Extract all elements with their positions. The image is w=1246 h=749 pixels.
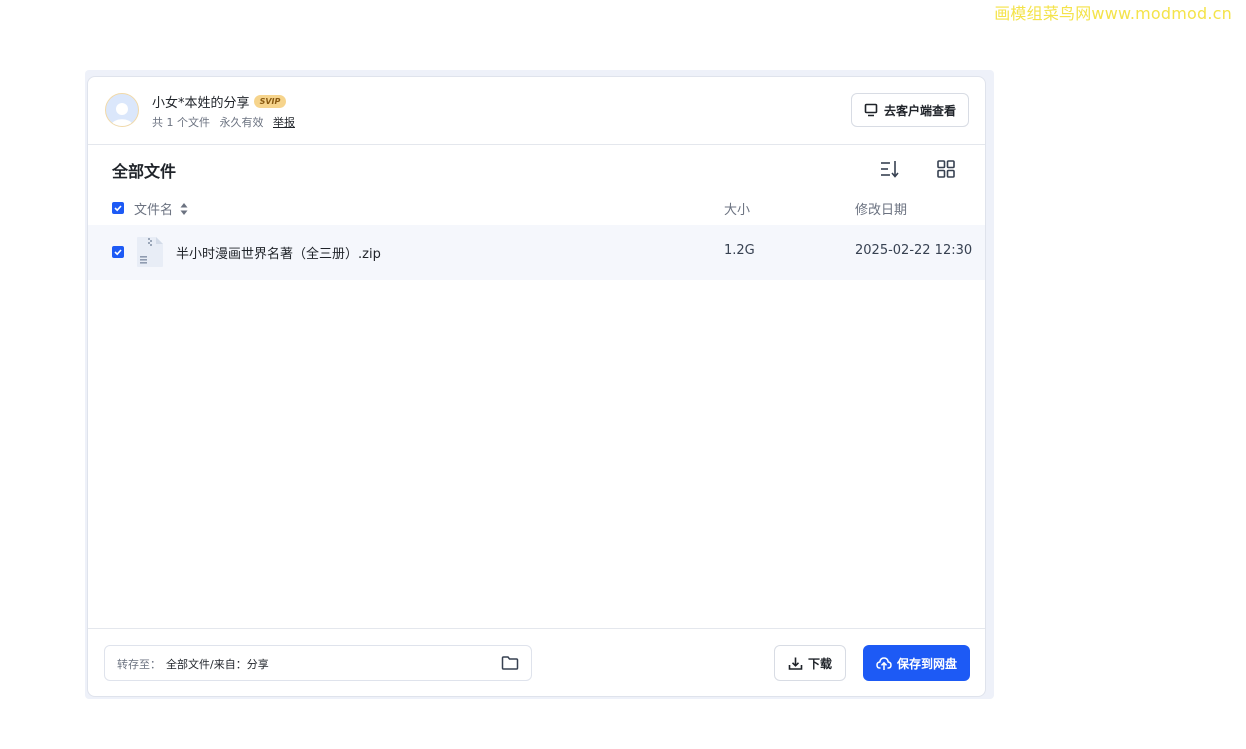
table-header: 文件名 大小 修改日期 xyxy=(88,197,985,219)
destination-label: 转存至： xyxy=(117,658,161,671)
cloud-upload-icon xyxy=(876,656,892,670)
zip-file-icon xyxy=(137,237,163,267)
check-icon xyxy=(114,205,122,212)
file-size: 1.2G xyxy=(724,243,755,258)
open-client-label: 去客户端查看 xyxy=(883,103,956,118)
share-meta: 共 1 个文件 永久有效 举报 xyxy=(152,114,301,130)
report-link[interactable]: 举报 xyxy=(273,116,295,129)
save-to-drive-button[interactable]: 保存到网盘 xyxy=(863,645,970,681)
download-label: 下载 xyxy=(807,656,832,671)
column-name-header[interactable]: 文件名 xyxy=(134,199,173,218)
save-to-drive-label: 保存到网盘 xyxy=(896,656,957,671)
sharer-name: 小女*本姓的分享 xyxy=(152,96,250,111)
grid-view-icon[interactable] xyxy=(936,159,956,179)
sort-list-icon[interactable] xyxy=(880,159,902,179)
watermark: 画模组菜鸟网www.modmod.cn xyxy=(994,4,1232,23)
section-title: 全部文件 xyxy=(112,162,177,181)
file-date: 2025-02-22 12:30 xyxy=(855,243,973,258)
row-checkbox[interactable] xyxy=(112,246,124,258)
column-size-header: 大小 xyxy=(724,203,751,218)
svip-badge: SVIP xyxy=(254,95,286,108)
select-all-checkbox[interactable] xyxy=(112,202,124,214)
destination-path: 全部文件/来自：分享 xyxy=(166,658,269,671)
file-name[interactable]: 半小时漫画世界名著（全三册）.zip xyxy=(176,243,381,262)
table-row[interactable]: 半小时漫画世界名著（全三册）.zip 1.2G 2025-02-22 12:30 xyxy=(88,225,985,280)
download-button[interactable]: 下载 xyxy=(774,645,846,681)
file-count: 共 1 个文件 xyxy=(152,116,210,129)
user-avatar[interactable] xyxy=(105,93,139,127)
validity: 永久有效 xyxy=(219,116,264,129)
column-date-header: 修改日期 xyxy=(855,203,908,218)
open-client-button[interactable]: 去客户端查看 xyxy=(851,93,969,127)
share-footer: 转存至： 全部文件/来自：分享 下载 保存到网盘 xyxy=(88,628,985,696)
download-icon xyxy=(788,657,803,670)
share-card: 小女*本姓的分享 SVIP 共 1 个文件 永久有效 举报 去客户端查看 全部文… xyxy=(87,76,986,697)
sort-toggle-icon[interactable] xyxy=(180,203,188,215)
folder-icon[interactable] xyxy=(501,655,519,671)
monitor-icon xyxy=(864,103,878,117)
share-header: 小女*本姓的分享 SVIP 共 1 个文件 永久有效 举报 去客户端查看 xyxy=(88,77,985,145)
destination-selector[interactable]: 转存至： 全部文件/来自：分享 xyxy=(104,645,532,681)
user-icon xyxy=(111,103,133,126)
check-icon xyxy=(114,249,122,256)
